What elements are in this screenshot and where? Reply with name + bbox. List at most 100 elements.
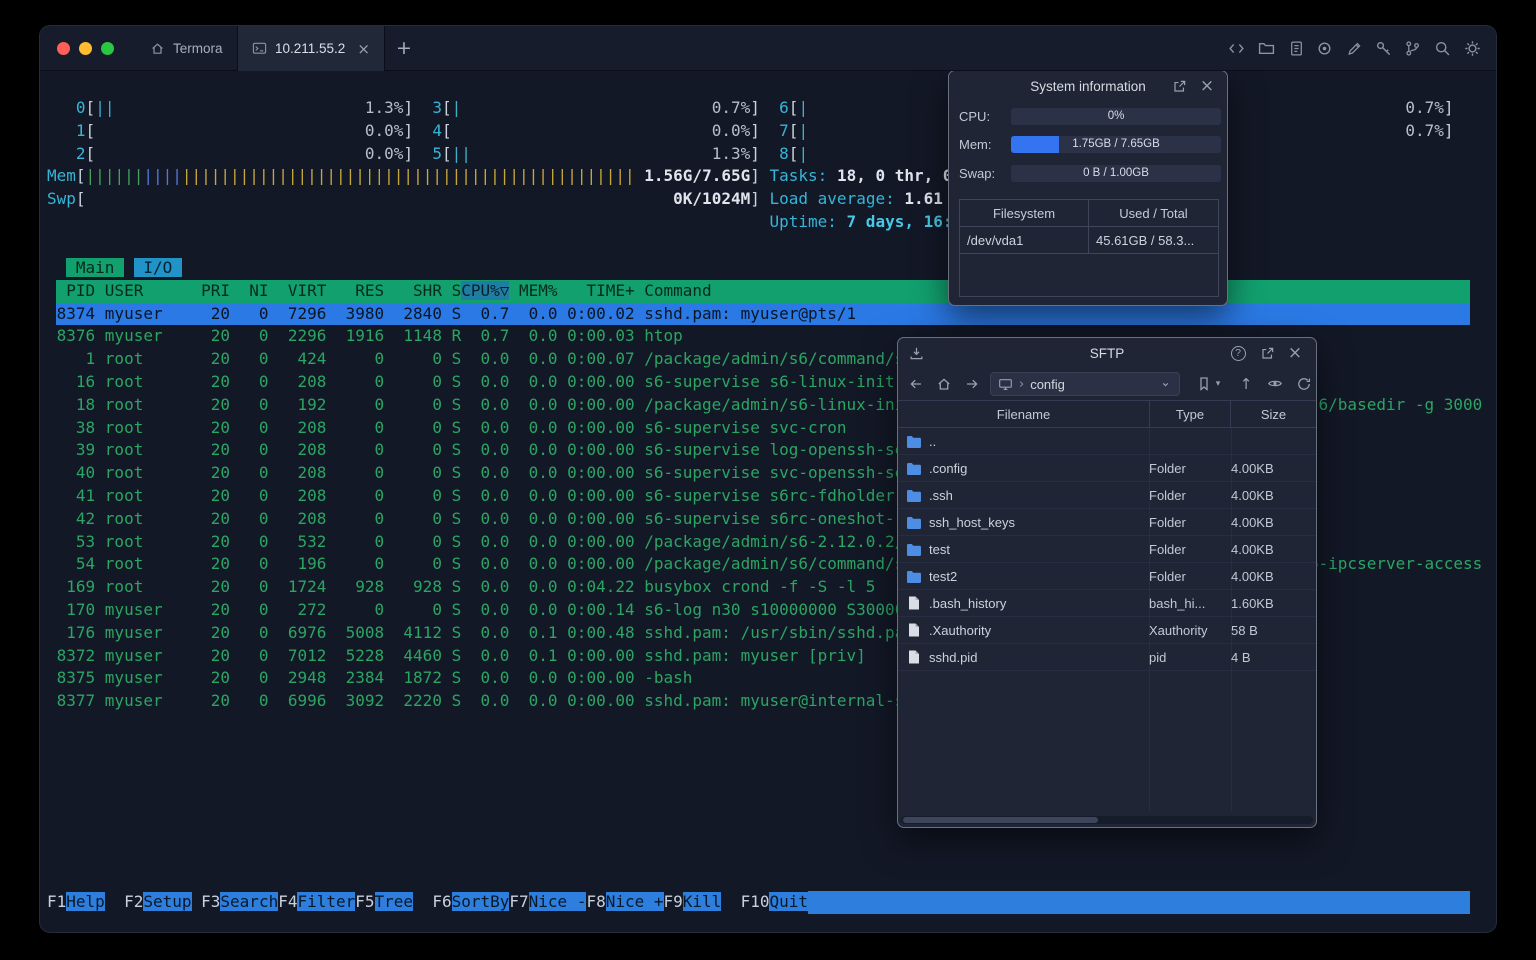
folder-icon[interactable]	[1258, 40, 1275, 57]
file-name: test	[929, 541, 950, 557]
swap-progress-bar: 0 B / 1.00GB	[1011, 165, 1221, 182]
file-row[interactable]: .config Folder 4.00KB	[898, 455, 1316, 482]
file-row[interactable]: .Xauthority Xauthority 58 B	[898, 617, 1316, 644]
mem-bar-text: 1.75GB / 7.65GB	[1072, 138, 1160, 150]
fs-col-filesystem[interactable]: Filesystem	[960, 200, 1089, 226]
process-row-8377[interactable]: 8377 myuser 20 0 6996 3092 2220 S 0.0 0.…	[47, 690, 934, 713]
process-row-16[interactable]: 16 root 20 0 208 0 0 S 0.0 0.0 0:00.00 s…	[47, 371, 991, 394]
tab-close-icon[interactable]: ×	[357, 40, 370, 58]
column-filename[interactable]: Filename	[898, 401, 1149, 427]
tab-10-211-55-2[interactable]: 10.211.55.2 ×	[237, 26, 385, 71]
fs-name: /dev/vda1	[960, 227, 1089, 253]
file-row[interactable]: ..	[898, 428, 1316, 455]
folder-icon	[906, 435, 922, 448]
forward-icon[interactable]	[964, 376, 980, 392]
file-name: .config	[929, 460, 968, 476]
settings-icon[interactable]	[1464, 40, 1481, 57]
file-row[interactable]: test2 Folder 4.00KB	[898, 563, 1316, 590]
file-size: 4.00KB	[1231, 460, 1274, 476]
file-row[interactable]: ssh_host_keys Folder 4.00KB	[898, 509, 1316, 536]
sftp-panel: SFTP ? × › config ▾ ↑ Filename Type Size…	[897, 337, 1317, 828]
swap-usage-row: Swap: 0 B / 1.00GB	[959, 165, 1221, 182]
file-type: Folder	[1149, 487, 1186, 503]
edit-icon[interactable]	[1346, 40, 1363, 57]
code-icon[interactable]	[1228, 40, 1245, 57]
chevron-down-icon	[1162, 382, 1169, 386]
filesystem-row[interactable]: /dev/vda1 45.61GB / 58.3...	[960, 227, 1218, 254]
open-in-new-icon[interactable]	[1259, 345, 1275, 361]
bookmark-caret-icon[interactable]: ▾	[1213, 376, 1223, 392]
log-icon[interactable]	[1288, 40, 1305, 57]
horizontal-scrollbar[interactable]	[901, 816, 1313, 824]
tab-label: Termora	[173, 41, 223, 56]
scrollbar-thumb[interactable]	[903, 817, 1098, 823]
cpu-meter-row: 0[|| 1.3%] 3[| 0.7%] 6[| 0.7%]	[75, 98, 1454, 117]
process-row-8376[interactable]: 8376 myuser 20 0 2296 1916 1148 R 0.7 0.…	[47, 325, 683, 348]
file-list: .. .config Folder 4.00KB .ssh Folder 4.00KB ssh…	[898, 428, 1316, 671]
file-size: 4.00KB	[1231, 514, 1274, 530]
file-name: ssh_host_keys	[929, 514, 1015, 530]
swap-meter: Swp[ 0K/1024M] Load average: 1.61 1.20 1…	[47, 189, 1039, 209]
record-icon[interactable]	[1316, 40, 1333, 57]
refresh-icon[interactable]	[1296, 376, 1312, 392]
upload-icon[interactable]: ↑	[1238, 375, 1254, 393]
uptime-line: Uptime: 7 days, 16:28:04	[769, 212, 1001, 231]
fs-col-used-total[interactable]: Used / Total	[1089, 200, 1218, 226]
process-row-8375[interactable]: 8375 myuser 20 0 2948 2384 1872 S 0.0 0.…	[47, 667, 693, 690]
mem-usage-row: Mem: 1.75GB / 7.65GB	[959, 136, 1221, 153]
new-tab-button[interactable]: +	[392, 36, 416, 60]
file-size: 4 B	[1231, 649, 1251, 665]
file-type: pid	[1149, 649, 1167, 665]
process-row-39[interactable]: 39 root 20 0 208 0 0 S 0.0 0.0 0:00.00 s…	[47, 439, 943, 462]
bookmark-icon[interactable]	[1196, 376, 1212, 392]
file-row[interactable]: .bash_history bash_hi... 1.60KB	[898, 590, 1316, 617]
file-name: .Xauthority	[929, 622, 992, 638]
cpu-meter-row: 1[ 0.0%] 4[ 0.0%] 7[| 0.7%]	[75, 120, 1454, 140]
cpu-label: CPU:	[959, 109, 991, 124]
search-icon[interactable]	[1434, 40, 1451, 57]
function-key-bar[interactable]: F1Help F2Setup F3SearchF4FilterF5Tree F6…	[47, 891, 1470, 914]
tab-label: 10.211.55.2	[275, 41, 346, 56]
show-hidden-eye-icon[interactable]	[1267, 376, 1283, 392]
mem-label: Mem:	[959, 137, 992, 152]
file-type: Xauthority	[1149, 622, 1208, 638]
close-icon[interactable]: ×	[1287, 345, 1303, 362]
process-row-42[interactable]: 42 root 20 0 208 0 0 S 0.0 0.0 0:00.00 s…	[47, 508, 953, 531]
file-size: 1.60KB	[1231, 595, 1274, 611]
process-table-header[interactable]: PID USER PRI NI VIRT RES SHR SCPU%▽ MEM%…	[47, 279, 1470, 303]
file-row[interactable]: .ssh Folder 4.00KB	[898, 482, 1316, 509]
process-row-8372[interactable]: 8372 myuser 20 0 7012 5228 4460 S 0.0 0.…	[47, 645, 866, 668]
file-row[interactable]: test Folder 4.00KB	[898, 536, 1316, 563]
close-window-button[interactable]	[57, 42, 70, 55]
path-breadcrumb[interactable]: › config	[990, 372, 1180, 396]
folder-icon	[906, 516, 922, 529]
swap-label: Swap:	[959, 166, 996, 181]
file-type: Folder	[1149, 460, 1186, 476]
help-icon[interactable]: ?	[1230, 345, 1246, 361]
back-icon[interactable]	[908, 376, 924, 392]
close-icon[interactable]: ×	[1199, 78, 1215, 95]
file-name: sshd.pid	[929, 649, 978, 665]
file-table-header: Filename Type Size	[898, 400, 1316, 428]
process-row-41[interactable]: 41 root 20 0 208 0 0 S 0.0 0.0 0:00.00 s…	[47, 485, 895, 508]
open-in-new-icon[interactable]	[1171, 78, 1187, 94]
file-name: .ssh	[929, 487, 953, 503]
minimize-window-button[interactable]	[79, 42, 92, 55]
branch-icon[interactable]	[1404, 40, 1421, 57]
file-row[interactable]: sshd.pid pid 4 B	[898, 644, 1316, 671]
key-icon[interactable]	[1375, 40, 1392, 57]
column-type[interactable]: Type	[1149, 401, 1231, 427]
mem-progress-bar: 1.75GB / 7.65GB	[1011, 136, 1221, 153]
process-row-8374[interactable]: 8374 myuser 20 0 7296 3980 2840 S 0.7 0.…	[47, 302, 1470, 326]
tab-termora[interactable]: Termora	[136, 26, 237, 71]
process-row-169[interactable]: 169 root 20 0 1724 928 928 S 0.0 0.0 0:0…	[47, 576, 875, 599]
process-row-40[interactable]: 40 root 20 0 208 0 0 S 0.0 0.0 0:00.00 s…	[47, 462, 943, 485]
breadcrumb-path: config	[1030, 376, 1065, 392]
zoom-window-button[interactable]	[101, 42, 114, 55]
column-size[interactable]: Size	[1231, 401, 1316, 427]
file-size: 4.00KB	[1231, 487, 1274, 503]
process-row-38[interactable]: 38 root 20 0 208 0 0 S 0.0 0.0 0:00.00 s…	[47, 417, 847, 440]
home-icon[interactable]	[936, 376, 952, 392]
file-name: ..	[929, 433, 937, 449]
htop-view-tabs[interactable]: Main I/O	[47, 257, 182, 280]
